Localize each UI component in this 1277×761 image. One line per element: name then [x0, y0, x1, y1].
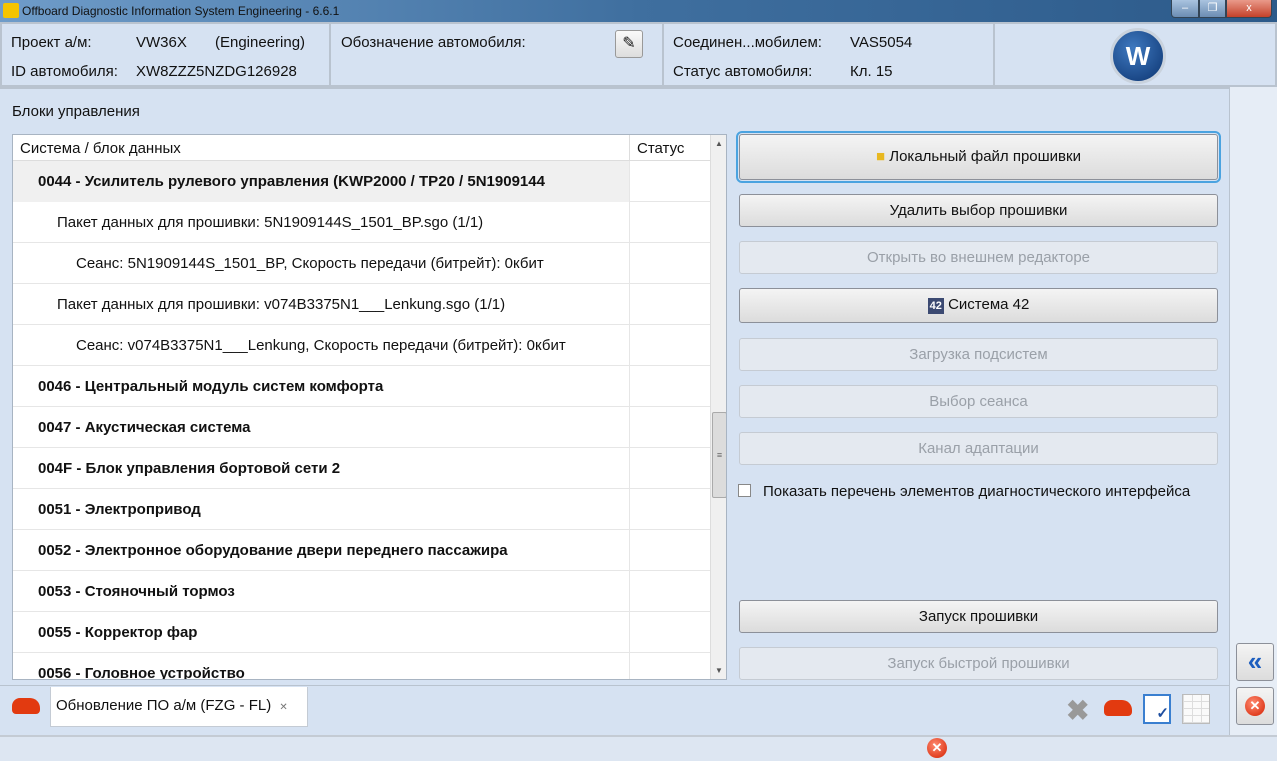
row-status-cell	[629, 448, 710, 489]
project-value: VW36X	[136, 34, 187, 51]
connection-panel: Соединен...мобилем: VAS5054 Статус автом…	[662, 22, 995, 87]
row-status-cell	[629, 161, 710, 202]
control-units-table[interactable]: Система / блок данных Статус 0044 - Усил…	[12, 134, 727, 680]
row-status-cell	[629, 325, 710, 366]
row-system-cell: Сеанс: v074B3375N1___Lenkung, Скорость п…	[76, 337, 566, 354]
project-label: Проект а/м:	[11, 34, 92, 51]
table-row[interactable]: Сеанс: v074B3375N1___Lenkung, Скорость п…	[13, 325, 710, 366]
start-flash-button[interactable]: Запуск прошивки	[739, 600, 1218, 633]
tab-firmware-update[interactable]: Обновление ПО а/м (FZG - FL) ✕	[50, 687, 308, 727]
table-row[interactable]: 0051 - Электропривод	[13, 489, 710, 530]
folder-icon: ■	[876, 148, 886, 165]
row-status-cell	[629, 653, 710, 679]
scroll-thumb[interactable]: ≡	[712, 412, 726, 498]
start-fast-flash-button[interactable]: Запуск быстрой прошивки	[739, 647, 1218, 680]
table-row[interactable]: 0044 - Усилитель рулевого управления (KW…	[13, 161, 710, 202]
vehicle-project-panel: Проект а/м: VW36X (Engineering) ID автом…	[0, 22, 331, 87]
checkbox-label: Показать перечень элементов диагностичес…	[763, 483, 1191, 500]
row-status-cell	[629, 202, 710, 243]
row-status-cell	[629, 612, 710, 653]
scroll-down-icon[interactable]: ▼	[711, 662, 726, 679]
vehicle-status-value: Кл. 15	[850, 63, 893, 80]
table-row[interactable]: 0046 - Центральный модуль систем комфорт…	[13, 366, 710, 407]
vin-label: ID автомобиля:	[11, 63, 118, 80]
vehicle-status-label: Статус автомобиля:	[673, 63, 813, 80]
car-icon	[12, 698, 40, 714]
row-system-cell: 0051 - Электропривод	[38, 501, 201, 518]
table-row[interactable]: 0052 - Электронное оборудование двери пе…	[13, 530, 710, 571]
row-system-cell: 0056 - Головное устройство	[38, 665, 245, 680]
column-header-system[interactable]: Система / блок данных	[13, 135, 629, 161]
title-bar: Offboard Diagnostic Information System E…	[0, 0, 1277, 22]
row-status-cell	[629, 530, 710, 571]
exit-button[interactable]: ✕	[1236, 687, 1274, 725]
window-title: Offboard Diagnostic Information System E…	[22, 4, 340, 18]
local-firmware-file-button[interactable]: ■ Локальный файл прошивки	[736, 131, 1221, 183]
row-system-cell: Сеанс: 5N1909144S_1501_BP, Скорость пере…	[76, 255, 544, 272]
row-status-cell	[629, 366, 710, 407]
row-status-cell	[629, 489, 710, 530]
open-external-editor-button[interactable]: Открыть во внешнем редакторе	[739, 241, 1218, 274]
tab-bar: Обновление ПО а/м (FZG - FL) ✕ ✖ ✓	[0, 685, 1229, 735]
table-row[interactable]: 0047 - Акустическая система	[13, 407, 710, 448]
scroll-up-icon[interactable]: ▲	[711, 135, 726, 152]
edit-notepad-icon[interactable]: ✎	[615, 30, 643, 58]
table-row[interactable]: 0053 - Стояночный тормоз	[13, 571, 710, 612]
button-label: Система 42	[948, 296, 1030, 313]
vin-value: XW8ZZZ5NZDG126928	[136, 63, 297, 80]
load-subsystems-button[interactable]: Загрузка подсистем	[739, 338, 1218, 371]
right-sidebar: « ✕	[1229, 87, 1277, 735]
row-system-cell: Пакет данных для прошивки: 5N1909144S_15…	[57, 214, 484, 231]
project-mode: (Engineering)	[215, 34, 306, 51]
row-status-cell	[629, 243, 710, 284]
row-system-cell: 0044 - Усилитель рулевого управления (KW…	[13, 161, 629, 202]
close-red-icon: ✕	[1245, 696, 1265, 716]
vertical-scrollbar[interactable]: ▲ ≡ ▼	[710, 135, 726, 679]
row-system-cell: 0047 - Акустическая система	[38, 419, 251, 436]
disconnect-tools-icon[interactable]: ✖	[1066, 694, 1089, 727]
grid-icon[interactable]	[1182, 694, 1210, 724]
connection-label: Соединен...мобилем:	[673, 34, 822, 51]
table-row[interactable]: Пакет данных для прошивки: 5N1909144S_15…	[13, 202, 710, 243]
button-label: Локальный файл прошивки	[889, 148, 1081, 165]
logo-panel: W	[993, 22, 1277, 87]
table-row[interactable]: Сеанс: 5N1909144S_1501_BP, Скорость пере…	[13, 243, 710, 284]
column-header-status[interactable]: Статус	[629, 135, 710, 161]
system42-icon: 42	[927, 298, 944, 314]
table-row[interactable]: 0055 - Корректор фар	[13, 612, 710, 653]
error-icon[interactable]: ✕	[927, 738, 947, 758]
row-status-cell	[629, 407, 710, 448]
delete-firmware-selection-button[interactable]: Удалить выбор прошивки	[739, 194, 1218, 227]
tab-close-icon[interactable]: ✕	[279, 702, 287, 713]
restore-button[interactable]: ❐	[1199, 0, 1226, 18]
section-title: Блоки управления	[12, 103, 140, 120]
row-system-cell: 0052 - Электронное оборудование двери пе…	[38, 542, 508, 559]
minimize-button[interactable]: –	[1171, 0, 1199, 18]
designation-panel: Обозначение автомобиля: ✎	[329, 22, 664, 87]
table-row[interactable]: 004F - Блок управления бортовой сети 2	[13, 448, 710, 489]
vw-logo: W	[1110, 28, 1166, 84]
app-icon	[3, 3, 19, 18]
adaptation-channel-button[interactable]: Канал адаптации	[739, 432, 1218, 465]
connection-value: VAS5054	[850, 34, 913, 51]
row-status-cell	[629, 571, 710, 612]
table-row[interactable]: 0056 - Головное устройство	[13, 653, 710, 680]
row-system-cell: 0053 - Стояночный тормоз	[38, 583, 235, 600]
status-bar: ✕	[0, 735, 1277, 761]
designation-label: Обозначение автомобиля:	[341, 34, 526, 51]
tab-label: Обновление ПО а/м (FZG - FL)	[56, 697, 272, 714]
show-interface-elements-checkbox[interactable]	[738, 484, 751, 497]
row-system-cell: 004F - Блок управления бортовой сети 2	[38, 460, 341, 477]
row-status-cell	[629, 284, 710, 325]
close-window-button[interactable]: x	[1226, 0, 1272, 18]
checklist-icon[interactable]: ✓	[1143, 694, 1171, 724]
system42-button[interactable]: 42 Система 42	[739, 288, 1218, 323]
row-system-cell: 0055 - Корректор фар	[38, 624, 198, 641]
table-row[interactable]: Пакет данных для прошивки: v074B3375N1__…	[13, 284, 710, 325]
select-session-button[interactable]: Выбор сеанса	[739, 385, 1218, 418]
collapse-double-chevron-icon[interactable]: «	[1236, 643, 1274, 681]
row-system-cell: 0046 - Центральный модуль систем комфорт…	[38, 378, 384, 395]
vehicle-icon[interactable]	[1104, 700, 1132, 716]
row-system-cell: Пакет данных для прошивки: v074B3375N1__…	[57, 296, 506, 313]
